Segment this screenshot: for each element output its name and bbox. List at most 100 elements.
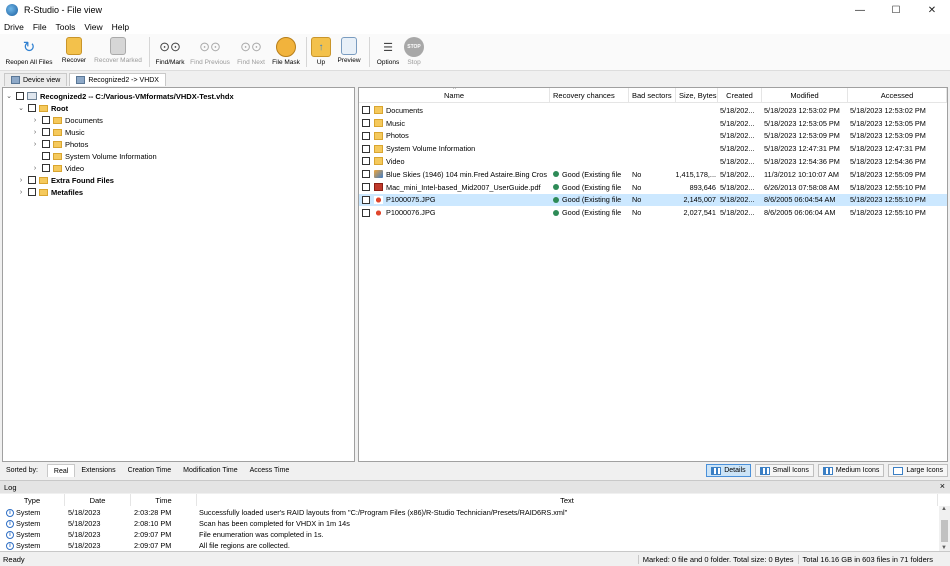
column-header-bad-sectors[interactable]: Bad sectors — [629, 88, 676, 103]
cell-name: P1000075.JPG — [359, 194, 550, 207]
sort-tab-real[interactable]: Real — [46, 464, 76, 477]
column-header-size[interactable]: Size, Bytes — [676, 88, 718, 103]
chevron-right-icon[interactable]: › — [17, 189, 25, 196]
checkbox[interactable] — [362, 119, 370, 128]
sort-tab-modification-time[interactable]: Modification Time — [177, 464, 243, 477]
tree-item-photos[interactable]: › Photos — [31, 138, 89, 150]
tree-item-documents[interactable]: › Documents — [31, 114, 103, 126]
checkbox[interactable] — [28, 188, 36, 196]
view-large-icons-button[interactable]: Large Icons — [888, 464, 948, 477]
preview-button[interactable]: Preview — [332, 34, 366, 70]
column-header-name[interactable]: ^ Name — [359, 88, 550, 103]
log-cell-text: All file regions are collected. — [199, 541, 290, 550]
reopen-all-files-button[interactable]: ↻ Reopen All Files — [0, 34, 58, 70]
options-button[interactable]: ☰ Options — [373, 34, 403, 70]
scroll-down-icon[interactable]: ▼ — [941, 545, 947, 551]
close-button[interactable]: ✕ — [914, 0, 950, 20]
tab-recognized2-vhdx[interactable]: Recognized2 -> VHDX — [69, 73, 166, 86]
table-row[interactable]: Mac_mini_Intel-based_Mid2007_UserGuide.p… — [359, 181, 947, 194]
sort-tab-access-time[interactable]: Access Time — [244, 464, 296, 477]
chevron-down-icon[interactable]: ⌄ — [5, 92, 13, 100]
log-close-button[interactable]: × — [940, 481, 945, 491]
checkbox[interactable] — [16, 92, 24, 100]
column-header-recovery-chances[interactable]: Recovery chances — [550, 88, 629, 103]
checkbox[interactable] — [362, 131, 370, 140]
log-scrollbar[interactable]: ▲ ▼ — [939, 506, 950, 551]
cell-bad-sectors — [632, 117, 676, 130]
menu-tools[interactable]: Tools — [56, 22, 76, 32]
checkbox[interactable] — [362, 144, 370, 153]
cell-accessed: 5/18/2023 12:55:10 PM — [850, 182, 926, 192]
log-row[interactable]: i System 5/18/2023 2:08:10 PM Scan has been … — [0, 518, 938, 529]
checkbox[interactable] — [42, 140, 50, 148]
checkbox[interactable] — [42, 164, 50, 172]
recover-button[interactable]: Recover — [58, 34, 90, 70]
menu-help[interactable]: Help — [112, 22, 129, 32]
chevron-right-icon[interactable]: › — [31, 129, 39, 136]
checkbox[interactable] — [362, 170, 370, 179]
column-header-accessed[interactable]: Accessed — [848, 88, 947, 103]
chevron-right-icon[interactable]: › — [17, 177, 25, 184]
maximize-button[interactable]: ☐ — [878, 0, 914, 20]
checkbox[interactable] — [362, 106, 370, 115]
scroll-up-icon[interactable]: ▲ — [941, 506, 947, 512]
view-details-button[interactable]: Details — [706, 464, 751, 477]
checkbox[interactable] — [42, 152, 50, 160]
menu-file[interactable]: File — [33, 22, 47, 32]
checkbox[interactable] — [362, 157, 370, 166]
view-small-icons-button[interactable]: Small Icons — [754, 464, 814, 477]
minimize-button[interactable]: — — [842, 0, 878, 20]
sort-tab-creation-time[interactable]: Creation Time — [122, 464, 178, 477]
sort-tab-extensions[interactable]: Extensions — [75, 464, 121, 477]
table-row[interactable]: Photos 5/18/202... 5/18/2023 12:53:09 PM 5/… — [359, 130, 947, 143]
menu-drive[interactable]: Drive — [4, 22, 24, 32]
table-row[interactable]: Blue Skies (1946) 104 min.Fred Astaire.B… — [359, 168, 947, 181]
checkbox[interactable] — [28, 104, 36, 112]
chevron-right-icon[interactable]: › — [31, 165, 39, 172]
find-previous-button[interactable]: ⊙⊙ Find Previous — [187, 34, 233, 70]
column-header-modified[interactable]: Modified — [762, 88, 848, 103]
checkbox[interactable] — [42, 116, 50, 124]
scroll-thumb[interactable] — [941, 520, 948, 542]
checkbox[interactable] — [42, 128, 50, 136]
log-column-time[interactable]: Time — [131, 494, 197, 506]
tree-item-system-volume-information[interactable]: System Volume Information — [31, 150, 157, 162]
table-row[interactable]: Music 5/18/202... 5/18/2023 12:53:05 PM 5/1… — [359, 117, 947, 130]
tree-item-recognized2[interactable]: ⌄ Recognized2 -- C:/Various-VMformats/VH… — [5, 90, 234, 102]
table-row[interactable]: System Volume Information 5/18/202... 5/18… — [359, 142, 947, 155]
log-column-date[interactable]: Date — [65, 494, 131, 506]
checkbox[interactable] — [362, 183, 370, 192]
log-row[interactable]: i System 5/18/2023 2:03:28 PM Successfully l… — [0, 507, 938, 518]
log-column-type[interactable]: Type — [0, 494, 65, 506]
view-medium-icons-button[interactable]: Medium Icons — [817, 464, 885, 477]
tree-item-extra-found-files[interactable]: › Extra Found Files — [17, 174, 114, 186]
chevron-down-icon[interactable]: ⌄ — [17, 104, 25, 112]
recover-marked-button[interactable]: Recover Marked — [90, 34, 146, 70]
checkbox[interactable] — [362, 195, 370, 204]
log-cell-type: i System — [0, 518, 65, 529]
table-row[interactable]: P1000076.JPG Good (Existing file No 2,027,5… — [359, 206, 947, 219]
log-row[interactable]: i System 5/18/2023 2:09:07 PM All file regio… — [0, 540, 938, 551]
stop-button[interactable]: STOP Stop — [403, 34, 425, 70]
up-button[interactable]: ↑ Up — [310, 34, 332, 70]
log-column-text[interactable]: Text — [197, 494, 938, 506]
find-next-button[interactable]: ⊙⊙ Find Next — [233, 34, 269, 70]
chevron-right-icon[interactable]: › — [31, 141, 39, 148]
menu-view[interactable]: View — [84, 22, 102, 32]
tree-item-metafiles[interactable]: › Metafiles — [17, 186, 83, 198]
file-mask-button[interactable]: File Mask — [269, 34, 303, 70]
table-row[interactable]: Documents 5/18/202... 5/18/2023 12:53:02 P… — [359, 104, 947, 117]
table-row[interactable]: P1000075.JPG Good (Existing file No 2,145,0… — [359, 193, 947, 207]
chevron-right-icon[interactable]: › — [31, 117, 39, 124]
tree-item-root[interactable]: ⌄ Root — [17, 102, 68, 114]
table-row[interactable]: Video 5/18/202... 5/18/2023 12:54:36 PM 5/1… — [359, 155, 947, 168]
find-mark-button[interactable]: ⊙⊙ Find/Mark — [153, 34, 187, 70]
log-row[interactable]: i System 5/18/2023 2:09:07 PM File enumerati… — [0, 529, 938, 540]
checkbox[interactable] — [28, 176, 36, 184]
tab-device-view[interactable]: Device view — [4, 73, 68, 86]
tree-item-video[interactable]: › Video — [31, 162, 84, 174]
cell-modified: 5/18/2023 12:53:09 PM — [764, 131, 840, 141]
tree-item-music[interactable]: › Music — [31, 126, 85, 138]
column-header-created[interactable]: Created — [718, 88, 762, 103]
checkbox[interactable] — [362, 208, 370, 217]
